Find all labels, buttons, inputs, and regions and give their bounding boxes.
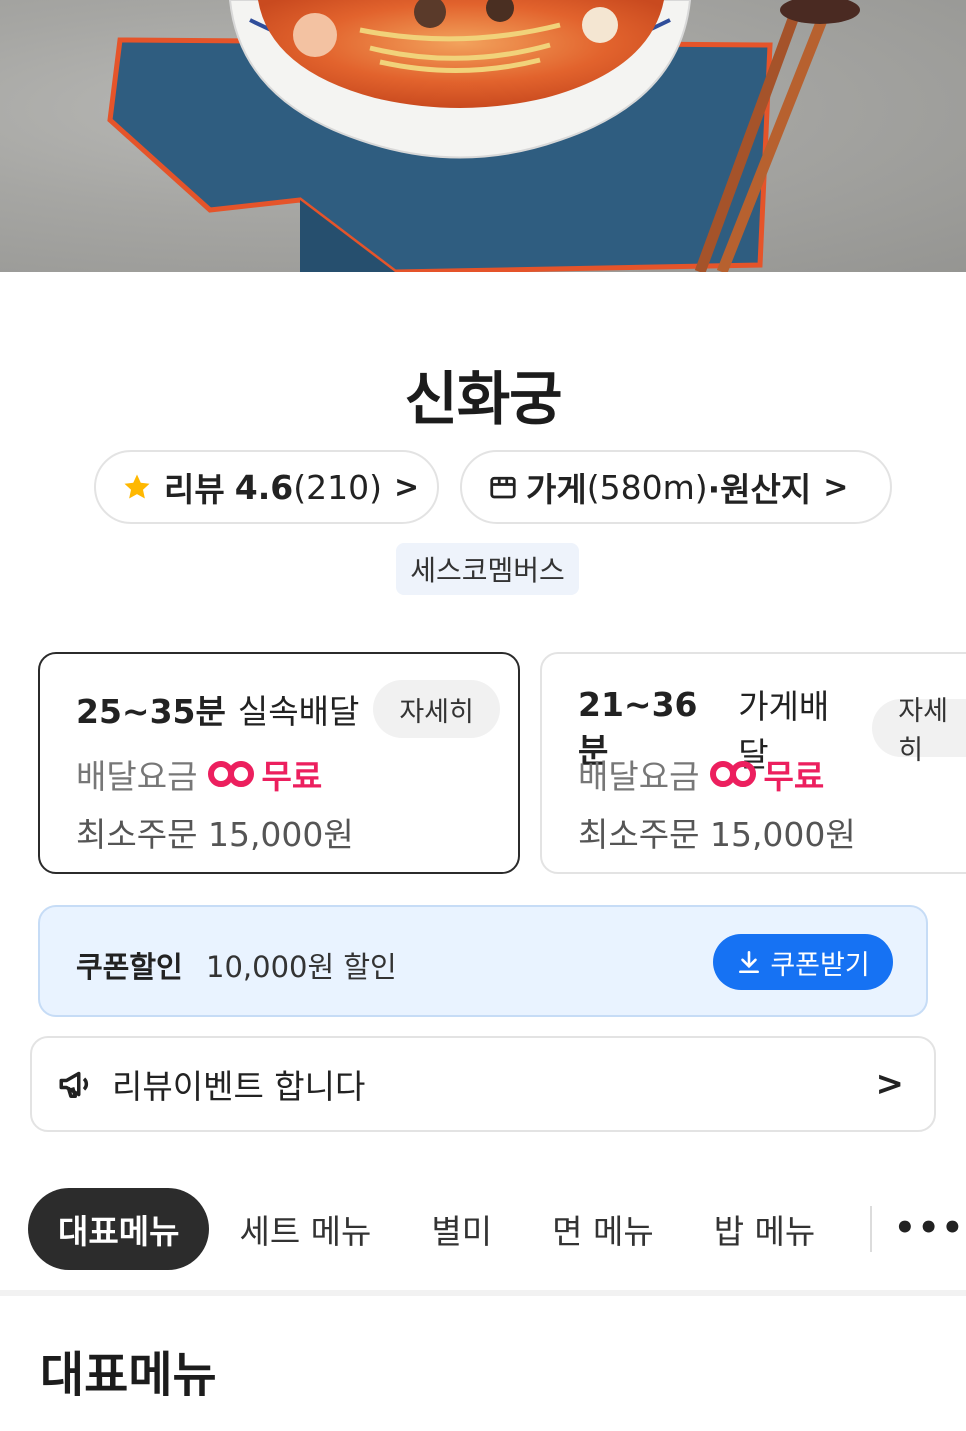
- tab-specialty[interactable]: 별미: [431, 1205, 492, 1253]
- store-label: 가게: [526, 470, 587, 509]
- delivery-type: 실속배달: [237, 692, 360, 731]
- review-button[interactable]: 리뷰 4.6 (210) >: [94, 450, 439, 524]
- min-order-value: 15,000원: [207, 815, 354, 854]
- review-count: (210): [293, 467, 382, 507]
- coupon-label: 쿠폰할인: [76, 950, 183, 984]
- fee-label: 배달요금: [76, 757, 198, 796]
- min-order-label: 최소주문: [76, 815, 198, 854]
- free-delivery-badge-icon: [710, 761, 757, 787]
- detail-button[interactable]: 자세히: [872, 696, 966, 766]
- store-distance: (580m): [586, 467, 708, 507]
- tab-rice-menu[interactable]: 밥 메뉴: [714, 1205, 816, 1253]
- get-coupon-button[interactable]: 쿠폰받기: [713, 934, 893, 990]
- store-tag: 세스코멤버스: [396, 543, 579, 595]
- chevron-right-icon: >: [823, 469, 849, 505]
- store-name: 신화궁: [404, 365, 562, 433]
- delivery-option-card[interactable]: 21~36분 가게배달 자세히 배달요금 무료 최소주문 15,000원: [540, 652, 966, 874]
- coupon-amount: 10,000원 할인: [206, 950, 397, 984]
- delivery-time: 25~35분: [76, 692, 226, 731]
- coupon-banner: 쿠폰할인 10,000원 할인 쿠폰받기: [38, 905, 928, 1017]
- tab-set-menu[interactable]: 세트 메뉴: [239, 1205, 371, 1253]
- tab-signature-menu[interactable]: 대표메뉴: [28, 1188, 210, 1270]
- store-hero-image: [0, 0, 966, 272]
- review-label: 리뷰: [164, 470, 225, 509]
- tab-separator: [870, 1206, 872, 1252]
- get-coupon-label: 쿠폰받기: [770, 949, 870, 981]
- menu-category-tabs: 대표메뉴 세트 메뉴 별미 면 메뉴 밥 메뉴 •••: [28, 1188, 966, 1270]
- megaphone-icon: [59, 1071, 89, 1098]
- store-icon: [490, 476, 516, 499]
- min-order-label: 최소주문: [578, 815, 700, 854]
- fee-value: 무료: [261, 757, 323, 796]
- review-event-text: 리뷰이벤트 합니다: [112, 1067, 366, 1106]
- review-event-banner[interactable]: 리뷰이벤트 합니다 >: [30, 1036, 936, 1132]
- chevron-right-icon: >: [393, 469, 420, 505]
- section-title: 대표메뉴: [40, 1347, 217, 1403]
- download-icon: [739, 950, 760, 974]
- chevron-right-icon: >: [875, 1064, 905, 1104]
- store-info-button[interactable]: 가게 (580m) ·원산지 >: [460, 450, 892, 524]
- review-rating: 4.6: [234, 467, 294, 507]
- detail-button[interactable]: 자세히: [373, 680, 500, 738]
- store-origin: ·원산지: [707, 470, 812, 509]
- delivery-option-card[interactable]: 25~35분 실속배달 자세히 배달요금 무료 최소주문 15,000원: [38, 652, 520, 874]
- tab-noodle-menu[interactable]: 면 메뉴: [552, 1205, 654, 1253]
- more-icon[interactable]: •••: [894, 1208, 965, 1248]
- fee-value: 무료: [763, 757, 825, 796]
- free-delivery-badge-icon: [208, 761, 255, 787]
- min-order-value: 15,000원: [709, 815, 856, 854]
- fee-label: 배달요금: [578, 757, 700, 796]
- star-icon: [124, 474, 150, 499]
- section-divider: [0, 1290, 966, 1296]
